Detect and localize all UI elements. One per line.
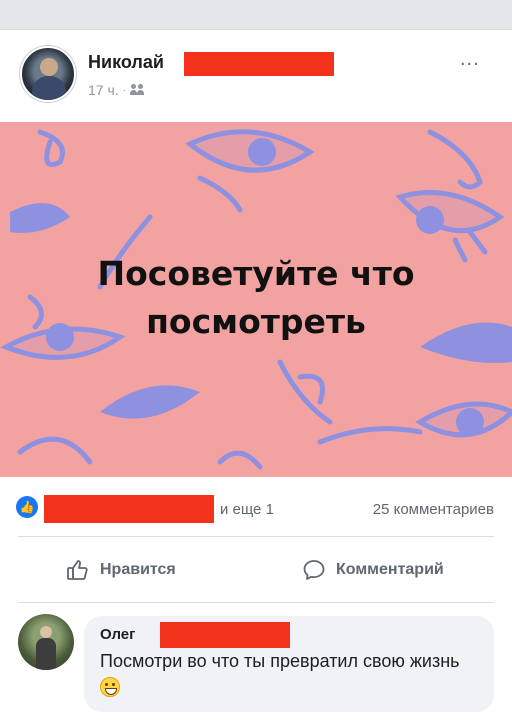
friends-icon [130,84,146,96]
comment-text-body: Посмотри во что ты превратил свою жизнь [100,651,460,671]
comment-text: Посмотри во что ты превратил свою жизнь [100,648,480,702]
divider [18,536,494,537]
more-options-button[interactable]: ... [460,48,480,71]
caption-line-2: посмотреть [146,302,366,341]
comment: Олег Посмотри во что ты превратил свою ж… [0,610,512,720]
redaction-bar [160,622,290,648]
caption-line-1: Посоветуйте что [97,254,415,293]
feed-post: Николай 17 ч. · ... Посоветуйте что посм… [0,30,512,720]
like-reaction-icon[interactable]: 👍 [16,496,38,518]
previous-post-edge [0,0,512,30]
reactions-bar: 👍 и еще 1 25 комментариев [0,492,512,528]
post-image[interactable]: Посоветуйте что посмотреть [0,122,512,477]
divider [18,602,494,603]
post-header: Николай 17 ч. · ... [0,30,512,122]
post-time[interactable]: 17 ч. [88,82,119,98]
thumbs-up-icon [67,560,88,580]
post-meta: 17 ч. · [88,82,146,98]
like-button-label: Нравится [100,561,176,578]
post-actions: Нравится Комментарий [0,540,512,602]
author-avatar[interactable] [20,46,76,102]
comment-bubble: Олег Посмотри во что ты превратил свою ж… [84,616,494,712]
redaction-bar [184,52,334,76]
grinning-face-icon [100,677,120,697]
like-button[interactable]: Нравится [66,558,176,582]
redaction-bar [44,495,214,523]
comments-count-link[interactable]: 25 комментариев [373,501,494,518]
reactions-and-more[interactable]: и еще 1 [220,501,274,518]
post-image-caption: Посоветуйте что посмотреть [0,250,512,346]
comment-icon [303,560,325,580]
meta-separator: · [122,84,126,96]
commenter-name[interactable]: Олег [100,626,135,643]
author-name[interactable]: Николай [88,52,164,73]
comment-button-label: Комментарий [336,561,444,578]
commenter-avatar[interactable] [18,614,74,670]
comment-button[interactable]: Комментарий [302,558,444,582]
